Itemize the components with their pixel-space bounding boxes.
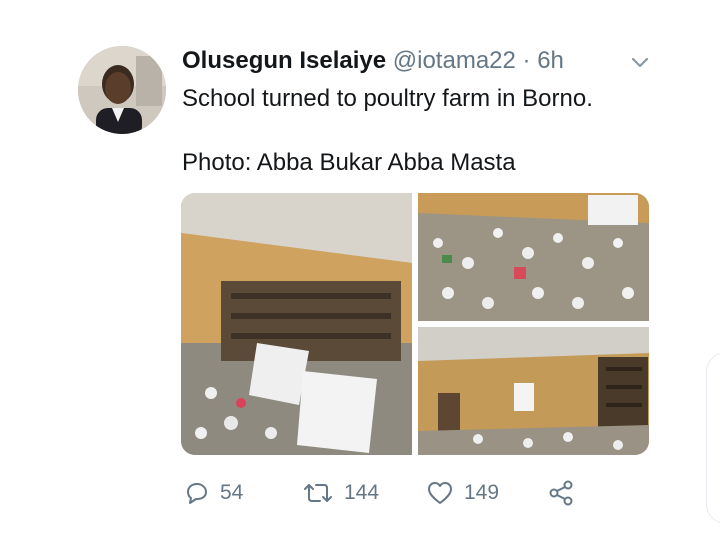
- heart-icon: [426, 480, 454, 506]
- avatar-photo: [78, 46, 166, 134]
- tweet-text-line-1: School turned to poultry farm in Borno.: [182, 85, 593, 112]
- separator-dot: ·: [522, 47, 531, 74]
- room-interior-photo[interactable]: [418, 327, 649, 455]
- retweet-button[interactable]: 144: [302, 478, 379, 508]
- reply-count: 54: [220, 481, 244, 504]
- action-bar: 54 144 149: [0, 478, 720, 508]
- share-button[interactable]: [548, 478, 576, 508]
- classroom-desks-photo[interactable]: [181, 193, 412, 455]
- tweet-text-line-2: Photo: Abba Bukar Abba Masta: [182, 149, 516, 176]
- tweet-header: Olusegun Iselaiye @iotama22 · 6h: [182, 46, 564, 76]
- share-icon: [548, 480, 576, 506]
- reply-button[interactable]: 54: [184, 478, 243, 508]
- chevron-down-icon[interactable]: [628, 50, 652, 74]
- author-name[interactable]: Olusegun Iselaiye: [182, 47, 386, 74]
- retweet-count: 144: [344, 481, 380, 504]
- floating-panel-edge: [706, 352, 720, 524]
- like-button[interactable]: 149: [426, 478, 499, 508]
- chickens-floor-photo[interactable]: [418, 193, 649, 321]
- retweet-icon: [302, 480, 334, 506]
- author-handle[interactable]: @iotama22: [393, 47, 516, 74]
- media-grid: [181, 193, 649, 455]
- timestamp[interactable]: 6h: [537, 47, 564, 74]
- reply-icon: [184, 480, 210, 506]
- like-count: 149: [464, 481, 500, 504]
- avatar[interactable]: [78, 46, 166, 134]
- tweet-card: Olusegun Iselaiye @iotama22 · 6h School …: [0, 0, 720, 534]
